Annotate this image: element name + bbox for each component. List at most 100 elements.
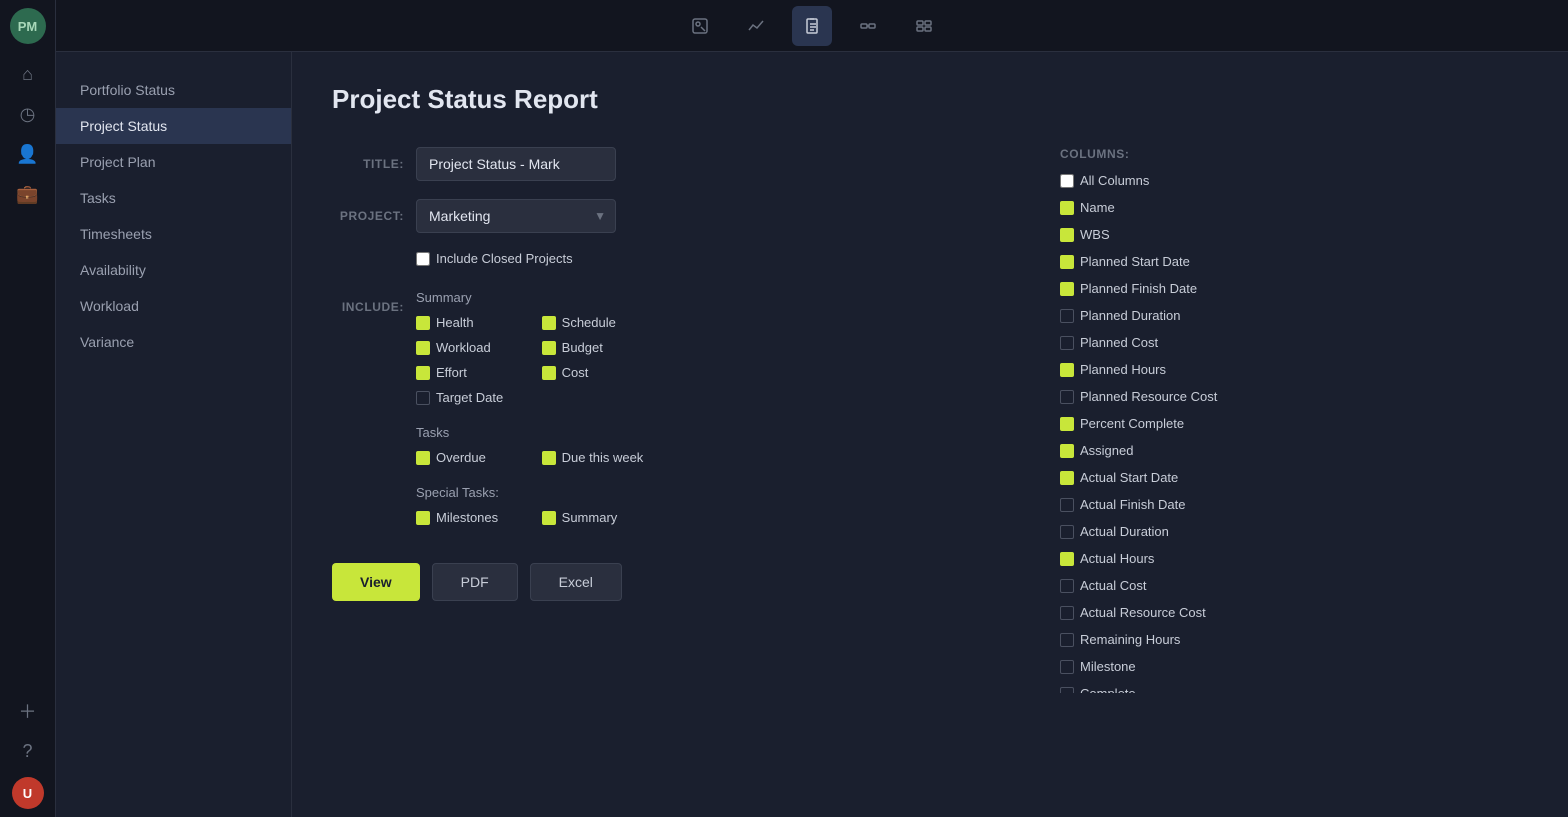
- sidebar-item-project-status[interactable]: Project Status: [56, 108, 291, 144]
- sidebar-item-workload[interactable]: Workload: [56, 288, 291, 324]
- col-actual-duration-checkbox-group[interactable]: Actual Duration: [1060, 524, 1332, 539]
- sidebar-item-project-plan[interactable]: Project Plan: [56, 144, 291, 180]
- health-checked-icon: [416, 316, 430, 330]
- form-left: TITLE: PROJECT: Marketing Development De…: [332, 147, 1012, 693]
- overdue-label: Overdue: [436, 450, 486, 465]
- col-actual-start-checked: [1060, 471, 1074, 485]
- add-icon[interactable]: ＋: [10, 693, 46, 729]
- col-milestone-label: Milestone: [1080, 659, 1136, 674]
- include-closed-checkbox[interactable]: [416, 252, 430, 266]
- col-assigned-checkbox-group[interactable]: Assigned: [1060, 443, 1332, 458]
- app-logo[interactable]: PM: [10, 8, 46, 44]
- title-row: TITLE:: [332, 147, 1012, 181]
- search-toolbar-icon[interactable]: [680, 6, 720, 46]
- budget-label: Budget: [562, 340, 603, 355]
- all-columns-checkbox[interactable]: [1060, 174, 1074, 188]
- due-this-week-checkbox-group[interactable]: Due this week: [542, 450, 644, 465]
- link-toolbar-icon[interactable]: [848, 6, 888, 46]
- summary-special-checkbox-group[interactable]: Summary: [542, 510, 644, 525]
- col-actual-hours-checkbox-group[interactable]: Actual Hours: [1060, 551, 1332, 566]
- view-button[interactable]: View: [332, 563, 420, 601]
- col-actual-resource-cost-checkbox-group[interactable]: Actual Resource Cost: [1060, 605, 1332, 620]
- due-this-week-checked-icon: [542, 451, 556, 465]
- target-date-unchecked-icon: [416, 391, 430, 405]
- form-area: TITLE: PROJECT: Marketing Development De…: [332, 147, 1528, 693]
- col-actual-cost-checkbox-group[interactable]: Actual Cost: [1060, 578, 1332, 593]
- col-actual-hours-checked: [1060, 552, 1074, 566]
- title-input[interactable]: [416, 147, 616, 181]
- effort-checkbox-group[interactable]: Effort: [416, 365, 518, 380]
- briefcase-icon[interactable]: 💼: [10, 176, 46, 212]
- col-name-checkbox-group[interactable]: Name: [1060, 200, 1332, 215]
- col-actual-duration-unchecked: [1060, 525, 1074, 539]
- milestones-label: Milestones: [436, 510, 498, 525]
- col-planned-resource-cost-checkbox-group[interactable]: Planned Resource Cost: [1060, 389, 1332, 404]
- include-closed-label: Include Closed Projects: [436, 251, 573, 266]
- project-select[interactable]: Marketing Development Design Operations: [416, 199, 616, 233]
- action-buttons: View PDF Excel: [332, 563, 1012, 601]
- col-wbs-label: WBS: [1080, 227, 1110, 242]
- page-title: Project Status Report: [332, 84, 1528, 115]
- target-date-label: Target Date: [436, 390, 503, 405]
- col-planned-hours-label: Planned Hours: [1080, 362, 1166, 377]
- users-icon[interactable]: 👤: [10, 136, 46, 172]
- clipboard-toolbar-icon[interactable]: [792, 6, 832, 46]
- chart-toolbar-icon[interactable]: [736, 6, 776, 46]
- col-complete-label: Complete: [1080, 686, 1136, 693]
- milestones-checkbox-group[interactable]: Milestones: [416, 510, 518, 525]
- sidebar-item-variance[interactable]: Variance: [56, 324, 291, 360]
- budget-checked-icon: [542, 341, 556, 355]
- help-icon[interactable]: ?: [10, 733, 46, 769]
- col-planned-duration-checkbox-group[interactable]: Planned Duration: [1060, 308, 1332, 323]
- columns-label: COLUMNS:: [1060, 147, 1340, 161]
- sidebar-item-portfolio-status[interactable]: Portfolio Status: [56, 72, 291, 108]
- col-name-label: Name: [1080, 200, 1115, 215]
- due-this-week-label: Due this week: [562, 450, 644, 465]
- project-label: PROJECT:: [332, 199, 404, 223]
- include-closed-row: Include Closed Projects: [332, 251, 1012, 272]
- col-planned-duration-label: Planned Duration: [1080, 308, 1180, 323]
- home-icon[interactable]: ⌂: [10, 56, 46, 92]
- excel-button[interactable]: Excel: [530, 563, 622, 601]
- col-planned-cost-checkbox-group[interactable]: Planned Cost: [1060, 335, 1332, 350]
- cost-checkbox-group[interactable]: Cost: [542, 365, 644, 380]
- budget-checkbox-group[interactable]: Budget: [542, 340, 644, 355]
- all-columns-label: All Columns: [1080, 173, 1149, 188]
- health-checkbox-group[interactable]: Health: [416, 315, 518, 330]
- sidebar-item-availability[interactable]: Availability: [56, 252, 291, 288]
- col-remaining-hours-label: Remaining Hours: [1080, 632, 1180, 647]
- col-planned-finish-checkbox-group[interactable]: Planned Finish Date: [1060, 281, 1332, 296]
- col-actual-start-label: Actual Start Date: [1080, 470, 1178, 485]
- col-actual-hours-label: Actual Hours: [1080, 551, 1154, 566]
- col-percent-complete-checkbox-group[interactable]: Percent Complete: [1060, 416, 1332, 431]
- col-remaining-hours-unchecked: [1060, 633, 1074, 647]
- effort-checked-icon: [416, 366, 430, 380]
- layout-toolbar-icon[interactable]: [904, 6, 944, 46]
- col-complete-checkbox-group[interactable]: Complete: [1060, 686, 1332, 693]
- sidebar-item-timesheets[interactable]: Timesheets: [56, 216, 291, 252]
- col-remaining-hours-checkbox-group[interactable]: Remaining Hours: [1060, 632, 1332, 647]
- all-columns-checkbox-group[interactable]: All Columns: [1060, 173, 1332, 188]
- effort-label: Effort: [436, 365, 467, 380]
- overdue-checkbox-group[interactable]: Overdue: [416, 450, 518, 465]
- col-percent-complete-checked: [1060, 417, 1074, 431]
- col-planned-start-checked: [1060, 255, 1074, 269]
- summary-special-checked-icon: [542, 511, 556, 525]
- user-avatar[interactable]: U: [12, 777, 44, 809]
- pdf-button[interactable]: PDF: [432, 563, 518, 601]
- special-tasks-label: Special Tasks:: [416, 485, 643, 500]
- workload-label: Workload: [436, 340, 491, 355]
- col-actual-finish-checkbox-group[interactable]: Actual Finish Date: [1060, 497, 1332, 512]
- col-planned-hours-checkbox-group[interactable]: Planned Hours: [1060, 362, 1332, 377]
- workload-checkbox-group[interactable]: Workload: [416, 340, 518, 355]
- sidebar-item-tasks[interactable]: Tasks: [56, 180, 291, 216]
- col-wbs-checkbox-group[interactable]: WBS: [1060, 227, 1332, 242]
- col-actual-start-checkbox-group[interactable]: Actual Start Date: [1060, 470, 1332, 485]
- col-milestone-checkbox-group[interactable]: Milestone: [1060, 659, 1332, 674]
- include-closed-checkbox-group[interactable]: Include Closed Projects: [416, 251, 573, 266]
- target-date-checkbox-group[interactable]: Target Date: [416, 390, 518, 405]
- schedule-checkbox-group[interactable]: Schedule: [542, 315, 644, 330]
- col-planned-start-checkbox-group[interactable]: Planned Start Date: [1060, 254, 1332, 269]
- col-actual-resource-cost-label: Actual Resource Cost: [1080, 605, 1206, 620]
- clock-icon[interactable]: ◷: [10, 96, 46, 132]
